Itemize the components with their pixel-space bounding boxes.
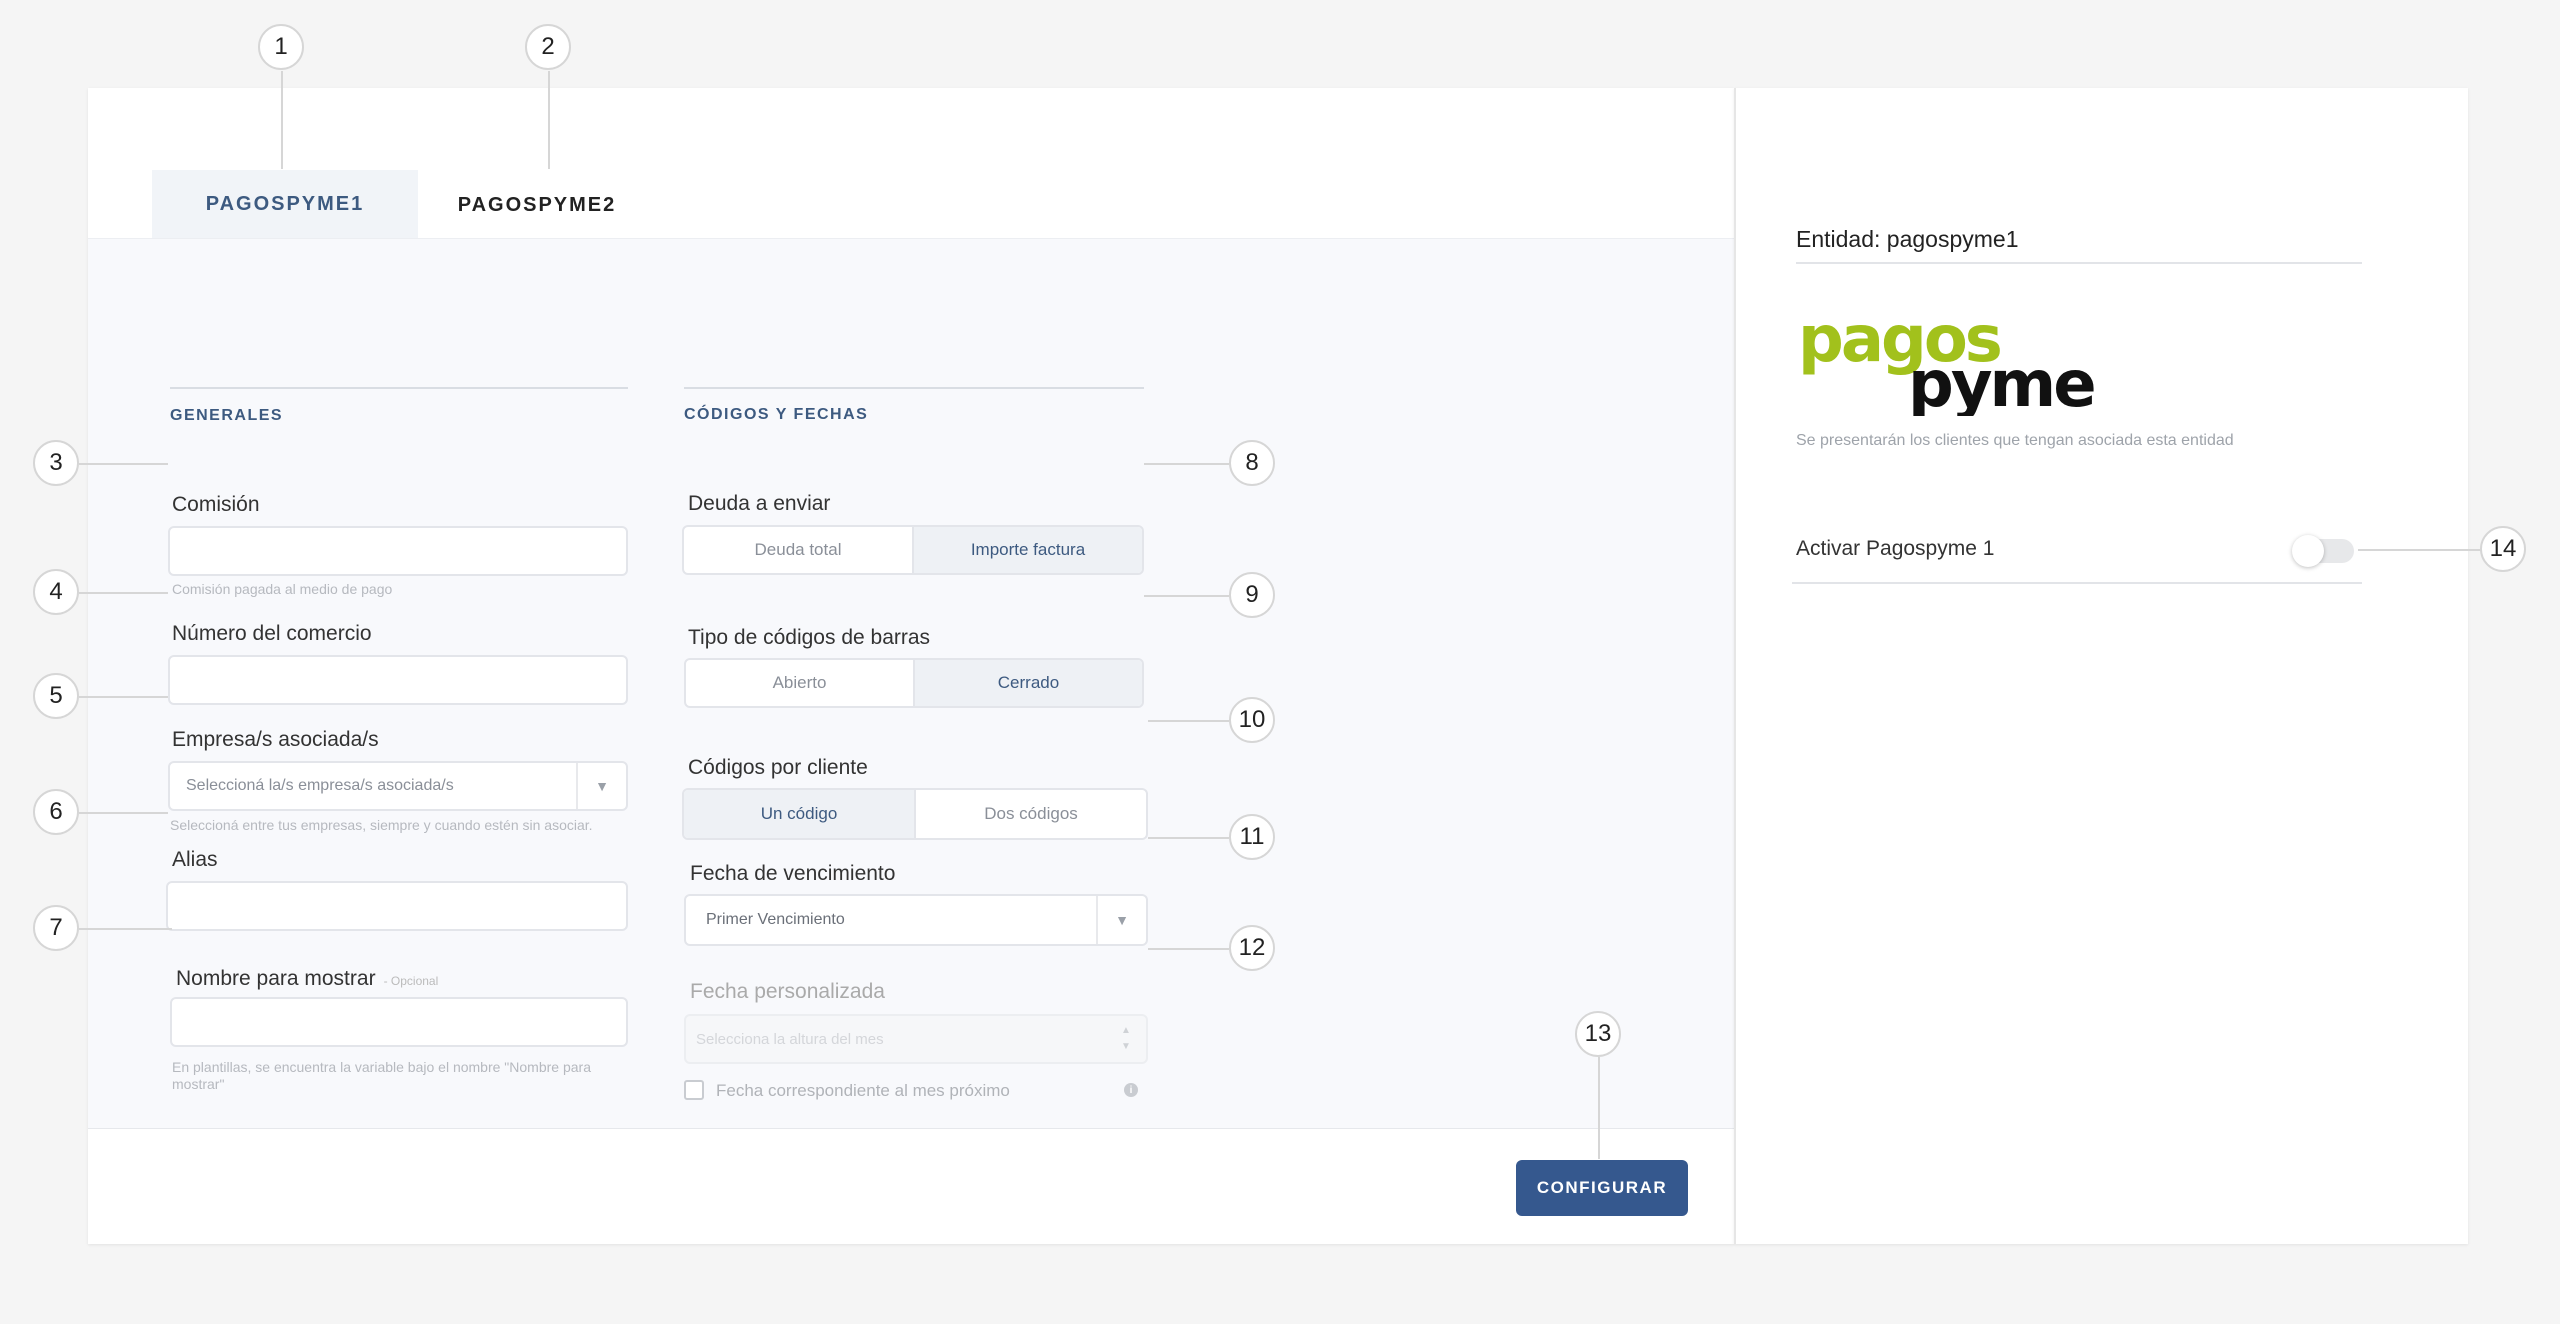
codigos-cliente-label: Códigos por cliente	[688, 756, 868, 779]
comision-help: Comisión pagada al medio de pago	[172, 581, 393, 597]
mes-proximo-checkbox[interactable]	[684, 1080, 704, 1100]
callout-marker: 8	[1229, 440, 1275, 486]
dos-codigos-option[interactable]: Dos códigos	[914, 790, 1146, 838]
empresas-label: Empresa/s asociada/s	[172, 728, 379, 751]
callout-line	[1144, 463, 1229, 465]
callout-line	[1148, 948, 1229, 950]
comision-label: Comisión	[172, 493, 260, 516]
mes-proximo-label: Fecha correspondiente al mes próximo	[716, 1081, 1010, 1100]
importe-factura-option[interactable]: Importe factura	[912, 527, 1142, 573]
callout-line	[548, 71, 550, 169]
chevron-down-icon[interactable]: ▼	[576, 763, 626, 809]
tipo-barras-segmented: Abierto Cerrado	[684, 658, 1144, 708]
stepper-arrows-icon[interactable]: ▲ ▼	[1106, 1023, 1146, 1055]
chevron-down-icon[interactable]: ▼	[1096, 896, 1146, 944]
callout-line	[79, 812, 168, 814]
callout-marker: 13	[1575, 1011, 1621, 1057]
stepper-down-icon[interactable]: ▼	[1121, 1039, 1131, 1055]
divider	[1796, 262, 2362, 264]
deuda-label: Deuda a enviar	[688, 492, 831, 515]
section-title-codigos: CÓDIGOS Y FECHAS	[684, 406, 869, 423]
numero-comercio-label: Número del comercio	[172, 622, 372, 645]
callout-line	[79, 928, 172, 930]
empresas-help: Seleccioná entre tus empresas, siempre y…	[170, 817, 593, 833]
callout-line	[79, 592, 168, 594]
comision-input[interactable]	[168, 526, 628, 576]
callout-marker: 4	[33, 569, 79, 615]
callout-marker: 9	[1229, 572, 1275, 618]
fecha-venc-label: Fecha de vencimiento	[690, 862, 896, 885]
un-codigo-option[interactable]: Un código	[684, 790, 914, 838]
callout-marker: 7	[33, 905, 79, 951]
pagospyme-logo: pagos pyme	[1798, 306, 2097, 416]
callout-marker: 12	[1229, 925, 1275, 971]
deuda-total-option[interactable]: Deuda total	[684, 527, 912, 573]
logo-text-bottom: pyme	[1908, 348, 2094, 416]
form-area: GENERALES Comisión Comisión pagada al me…	[88, 238, 1734, 1216]
nombre-mostrar-input[interactable]	[170, 997, 628, 1047]
callout-line	[79, 463, 168, 465]
tab-pagospyme1[interactable]: PAGOSPYME1	[152, 170, 418, 240]
callout-line	[1148, 837, 1229, 839]
nombre-mostrar-label: Nombre para mostrar - Opcional	[176, 967, 438, 991]
callout-marker: 5	[33, 673, 79, 719]
info-icon[interactable]: i	[1124, 1083, 1138, 1097]
callout-marker: 1	[258, 24, 304, 70]
codigos-cliente-segmented: Un código Dos códigos	[682, 788, 1148, 840]
activar-toggle[interactable]	[2292, 535, 2354, 567]
toggle-knob[interactable]	[2292, 535, 2324, 567]
toggle-label: Activar Pagospyme 1	[1796, 537, 1995, 560]
nombre-mostrar-help-line2: mostrar"	[172, 1076, 225, 1092]
callout-marker: 3	[33, 440, 79, 486]
fecha-venc-value: Primer Vencimiento	[706, 911, 845, 928]
configuration-panel: PAGOSPYME1 PAGOSPYME2 GENERALES Comisión…	[88, 88, 1734, 1244]
entity-panel: Entidad: pagospyme1 pagos pyme Se presen…	[1734, 88, 2468, 1244]
callout-marker: 14	[2480, 526, 2526, 572]
empresas-placeholder: Seleccioná la/s empresa/s asociada/s	[186, 777, 454, 794]
callout-line	[281, 71, 283, 169]
entity-title: Entidad: pagospyme1	[1796, 226, 2019, 252]
callout-line	[2358, 549, 2484, 551]
callout-line	[1598, 1057, 1600, 1159]
callout-marker: 10	[1229, 697, 1275, 743]
section-divider	[684, 387, 1144, 389]
callout-line	[1144, 595, 1229, 597]
section-title-generales: GENERALES	[170, 407, 284, 424]
fecha-pers-stepper[interactable]: Selecciona la altura del mes ▲ ▼	[684, 1014, 1148, 1064]
nombre-mostrar-help-line1: En plantillas, se encuentra la variable …	[172, 1059, 591, 1075]
nombre-mostrar-help: En plantillas, se encuentra la variable …	[172, 1059, 628, 1093]
optional-tag: - Opcional	[383, 974, 439, 988]
deuda-segmented: Deuda total Importe factura	[682, 525, 1144, 575]
footer-bar	[88, 1128, 1734, 1244]
fecha-pers-placeholder: Selecciona la altura del mes	[696, 1030, 884, 1048]
alias-input[interactable]	[166, 881, 628, 931]
tab-pagospyme2[interactable]: PAGOSPYME2	[442, 170, 632, 240]
numero-comercio-input[interactable]	[168, 655, 628, 705]
configurar-button[interactable]: CONFIGURAR	[1516, 1160, 1688, 1216]
callout-line	[1148, 720, 1229, 722]
cerrado-option[interactable]: Cerrado	[913, 660, 1142, 706]
section-divider	[170, 387, 628, 389]
fecha-pers-label: Fecha personalizada	[690, 980, 885, 1003]
divider	[1792, 582, 2362, 584]
tipo-barras-label: Tipo de códigos de barras	[688, 626, 931, 649]
nombre-mostrar-label-text: Nombre para mostrar	[176, 967, 376, 990]
alias-label: Alias	[172, 848, 218, 871]
stepper-up-icon[interactable]: ▲	[1121, 1023, 1131, 1039]
callout-line	[79, 696, 168, 698]
callout-marker: 11	[1229, 814, 1275, 860]
callout-marker: 2	[525, 24, 571, 70]
fecha-venc-select[interactable]: Primer Vencimiento ▼	[684, 894, 1148, 946]
callout-marker: 6	[33, 789, 79, 835]
empresas-select[interactable]: Seleccioná la/s empresa/s asociada/s ▼	[168, 761, 628, 811]
entity-description: Se presentarán los clientes que tengan a…	[1796, 432, 2234, 449]
abierto-option[interactable]: Abierto	[686, 660, 913, 706]
